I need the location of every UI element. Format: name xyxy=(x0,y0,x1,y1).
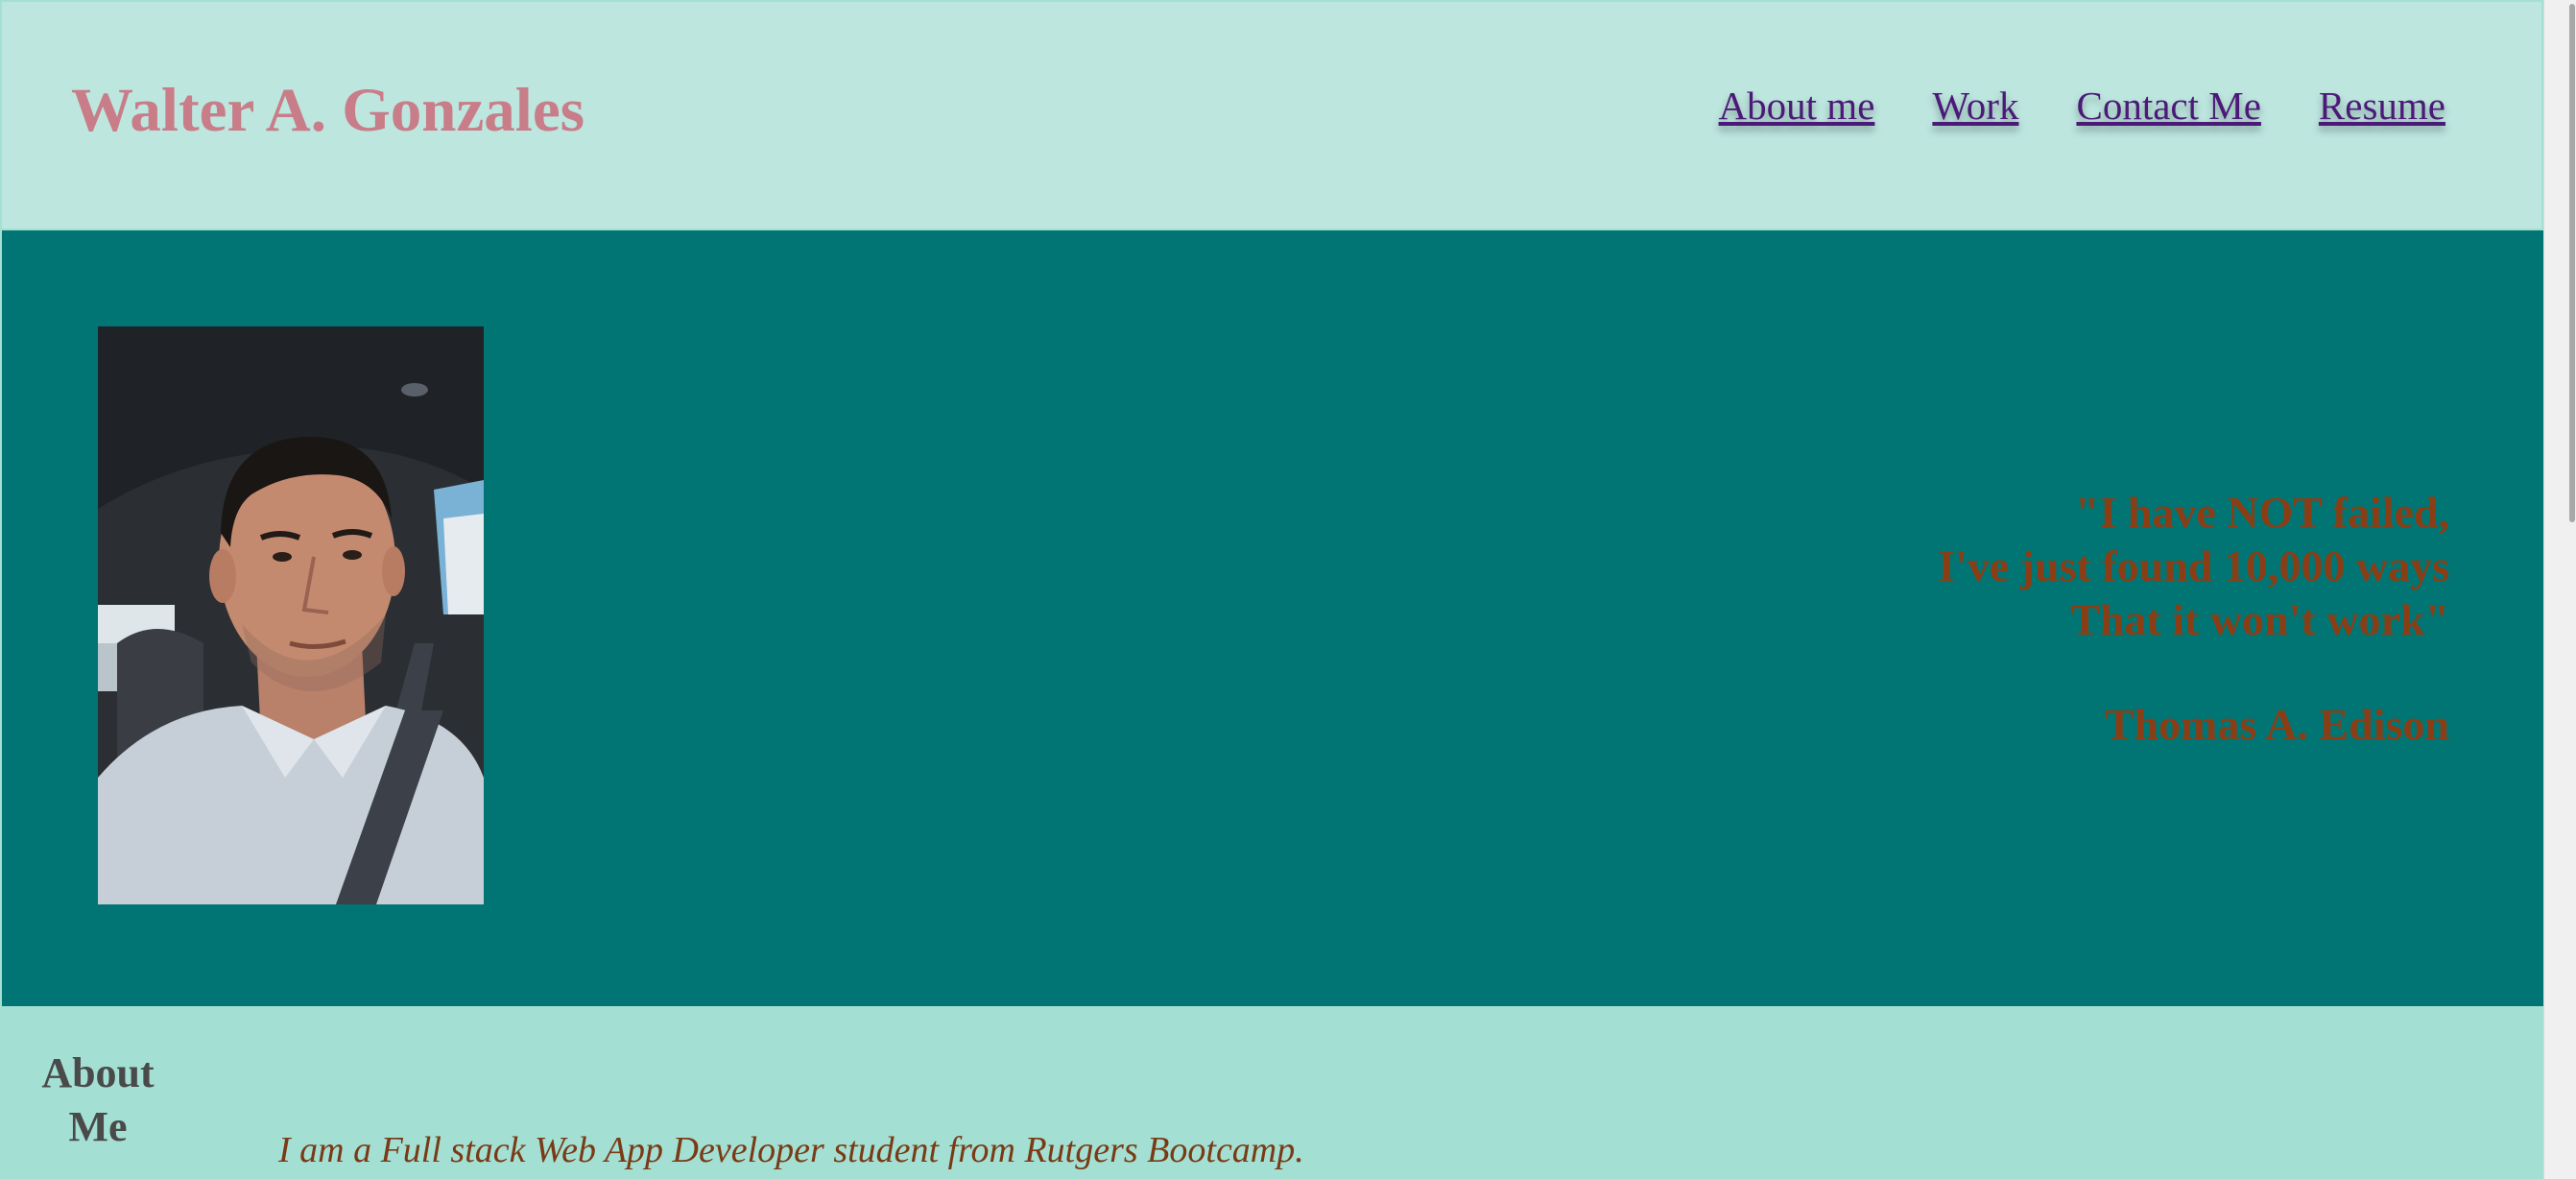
nav-link-about-me[interactable]: About me xyxy=(1719,83,1875,129)
site-title: Walter A. Gonzales xyxy=(71,76,585,145)
quote-author: Thomas A. Edison xyxy=(2104,700,2449,749)
nav-link-work[interactable]: Work xyxy=(1932,83,2018,129)
quote-text: "I have NOT failed, I've just found 10,0… xyxy=(1938,486,2449,647)
about-text: I am a Full stack Web App Developer stud… xyxy=(278,1130,1304,1170)
nav-link-resume[interactable]: Resume xyxy=(2319,83,2445,129)
page: Walter A. Gonzales About me Work Contact… xyxy=(0,0,2576,1179)
about-heading: About Me xyxy=(41,1049,155,1150)
site-header: Walter A. Gonzales About me Work Contact… xyxy=(0,0,2543,230)
quote-line-1: "I have NOT failed, xyxy=(2074,488,2449,537)
quote-line-3: That it won't work" xyxy=(2070,595,2449,644)
profile-photo xyxy=(98,326,484,904)
hero-section: "I have NOT failed, I've just found 10,0… xyxy=(0,230,2543,1006)
vertical-scrollbar[interactable] xyxy=(2543,0,2576,1179)
scrollbar-thumb[interactable] xyxy=(2569,4,2575,522)
nav-link-contact-me[interactable]: Contact Me xyxy=(2076,83,2260,129)
quote-line-2: I've just found 10,000 ways xyxy=(1938,541,2449,590)
main-nav: About me Work Contact Me Resume xyxy=(1719,83,2445,129)
